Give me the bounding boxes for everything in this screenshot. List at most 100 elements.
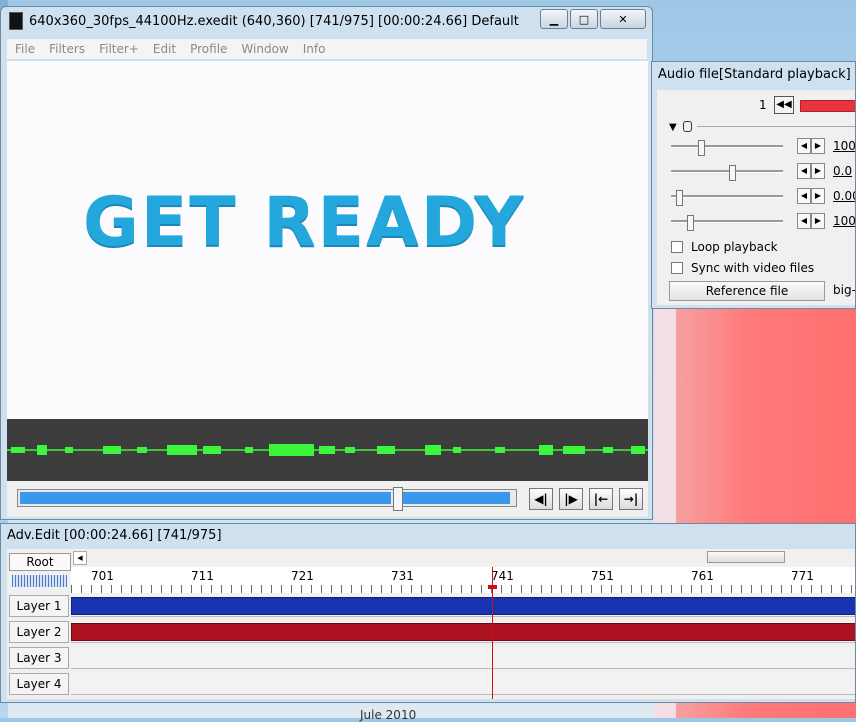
menu-edit[interactable]: Edit [153, 42, 176, 56]
desktop-text: Jule 2010 [360, 708, 417, 722]
ruler-label: 741 [491, 569, 514, 583]
arrow-left-icon: ◀ [800, 191, 808, 200]
increment-button[interactable]: ▶ [811, 163, 825, 179]
menu-info[interactable]: Info [303, 42, 326, 56]
video-preview[interactable]: GET READY [7, 61, 648, 419]
decrement-button[interactable]: ◀ [797, 138, 811, 154]
ruler-label: 731 [391, 569, 414, 583]
audio-window-title[interactable]: Audio file[Standard playback] [658, 67, 851, 82]
audio-clip[interactable] [71, 623, 855, 641]
app-icon [9, 12, 23, 30]
reference-file-button[interactable]: Reference file [669, 281, 825, 301]
layer-1-track[interactable] [71, 595, 855, 617]
close-icon: ✕ [618, 12, 628, 26]
seek-bar-fill-remaining [403, 492, 510, 504]
loop-playback-label: Loop playback [691, 240, 778, 254]
param-value-volume[interactable]: 100. [833, 139, 855, 153]
separator [697, 126, 855, 127]
minimize-button[interactable]: ▁ [540, 9, 568, 29]
param-slider-volume[interactable] [671, 140, 783, 156]
ruler-label: 771 [791, 569, 814, 583]
sync-video-checkbox[interactable] [671, 262, 683, 274]
param-row-start: ◀ ▶ 0.00 [657, 186, 855, 206]
menu-window[interactable]: Window [241, 42, 288, 56]
seek-bar[interactable] [17, 487, 517, 511]
decrement-button[interactable]: ◀ [797, 213, 811, 229]
increment-button[interactable]: ▶ [811, 138, 825, 154]
decrement-button[interactable]: ◀ [797, 163, 811, 179]
main-window-title: 640x360_30fps_44100Hz.exedit (640,360) [… [29, 13, 519, 29]
go-to-start-button[interactable]: |← [589, 488, 613, 510]
decrement-button[interactable]: ◀ [797, 188, 811, 204]
sync-video-option[interactable]: Sync with video files [671, 261, 814, 275]
playhead-line[interactable] [492, 567, 493, 699]
ruler-label: 761 [691, 569, 714, 583]
layer-3-header[interactable]: Layer 3 [9, 647, 69, 669]
menu-filters[interactable]: Filters [49, 42, 85, 56]
audio-settings-panel: 1 ◀◀ ▼ ◀ ▶ 100. ◀ ▶ 0.0 ◀ [657, 90, 856, 305]
audio-waveform-panel [7, 419, 648, 481]
param-row-pan: ◀ ▶ 0.0 [657, 161, 855, 181]
param-slider-speed[interactable] [671, 215, 783, 231]
param-slider-thumb[interactable] [676, 190, 683, 206]
increment-button[interactable]: ▶ [811, 213, 825, 229]
arrow-right-icon: ▶ [814, 166, 822, 175]
go-to-end-button[interactable]: →| [619, 488, 643, 510]
seek-bar-thumb[interactable] [393, 487, 403, 511]
object-range-bar[interactable] [800, 100, 855, 112]
arrow-right-icon: ▶ [814, 191, 822, 200]
layer-1-header[interactable]: Layer 1 [9, 595, 69, 617]
loop-playback-checkbox[interactable] [671, 241, 683, 253]
video-clip[interactable] [71, 597, 855, 615]
layer-3-track[interactable] [71, 647, 855, 669]
audio-waveform-toggle-icon[interactable] [12, 575, 67, 587]
param-slider-thumb[interactable] [729, 165, 736, 181]
next-frame-button[interactable]: |▶ [559, 488, 583, 510]
layer-4-header[interactable]: Layer 4 [9, 673, 69, 695]
root-button[interactable]: Root [9, 553, 71, 571]
layer-2-header[interactable]: Layer 2 [9, 621, 69, 643]
layer-2-track[interactable] [71, 621, 855, 643]
param-value-pan[interactable]: 0.0 [833, 164, 852, 178]
layer-4-track[interactable] [71, 673, 855, 695]
arrow-left-icon: ◀ [800, 216, 808, 225]
window-controls: ▁ □ ✕ [538, 9, 646, 29]
menu-file[interactable]: File [15, 42, 35, 56]
loop-playback-option[interactable]: Loop playback [671, 240, 778, 254]
param-slider-pan[interactable] [671, 165, 783, 181]
scroll-left-button[interactable]: ◀ [73, 551, 87, 565]
horizontal-scrollbar-thumb[interactable] [707, 551, 785, 563]
main-window: 640x360_30fps_44100Hz.exedit (640,360) [… [0, 6, 653, 520]
ruler-label: 751 [591, 569, 614, 583]
param-row-volume: ◀ ▶ 100. [657, 136, 855, 156]
reference-file-name: big-l [833, 283, 856, 297]
frame-row: 1 ◀◀ [657, 96, 855, 116]
param-slider-thumb[interactable] [698, 140, 705, 156]
adv-edit-title[interactable]: Adv.Edit [00:00:24.66] [741/975] [7, 528, 222, 543]
skip-start-icon: |← [593, 492, 609, 506]
param-slider-start[interactable] [671, 190, 783, 206]
param-value-speed[interactable]: 100. [833, 214, 855, 228]
ruler-label: 721 [291, 569, 314, 583]
previous-frame-button[interactable]: ◀| [529, 488, 553, 510]
maximize-icon: □ [578, 12, 590, 26]
increment-button[interactable]: ▶ [811, 188, 825, 204]
rewind-button[interactable]: ◀◀ [774, 96, 794, 114]
ruler-label: 711 [191, 569, 214, 583]
maximize-button[interactable]: □ [570, 9, 598, 29]
frame-navigation: ◀| |▶ |← →| [529, 488, 649, 510]
mouse-icon [683, 121, 692, 132]
menu-filter-plus[interactable]: Filter+ [99, 42, 139, 56]
sync-video-label: Sync with video files [691, 261, 815, 275]
collapse-triangle-icon[interactable]: ▼ [669, 122, 677, 133]
rewind-icon: ◀◀ [776, 99, 792, 110]
minimize-icon: ▁ [549, 12, 559, 26]
timeline-ruler[interactable]: 701 711 721 731 741 751 761 771 [71, 567, 855, 593]
main-titlebar[interactable]: 640x360_30fps_44100Hz.exedit (640,360) [… [1, 7, 652, 35]
arrow-left-icon: ◀ [800, 141, 808, 150]
menu-profile[interactable]: Profile [190, 42, 227, 56]
param-slider-thumb[interactable] [687, 215, 694, 231]
audio-file-window: Audio file[Standard playback] 1 ◀◀ ▼ ◀ ▶… [651, 61, 856, 309]
param-value-start[interactable]: 0.00 [833, 189, 855, 203]
close-button[interactable]: ✕ [600, 9, 646, 29]
